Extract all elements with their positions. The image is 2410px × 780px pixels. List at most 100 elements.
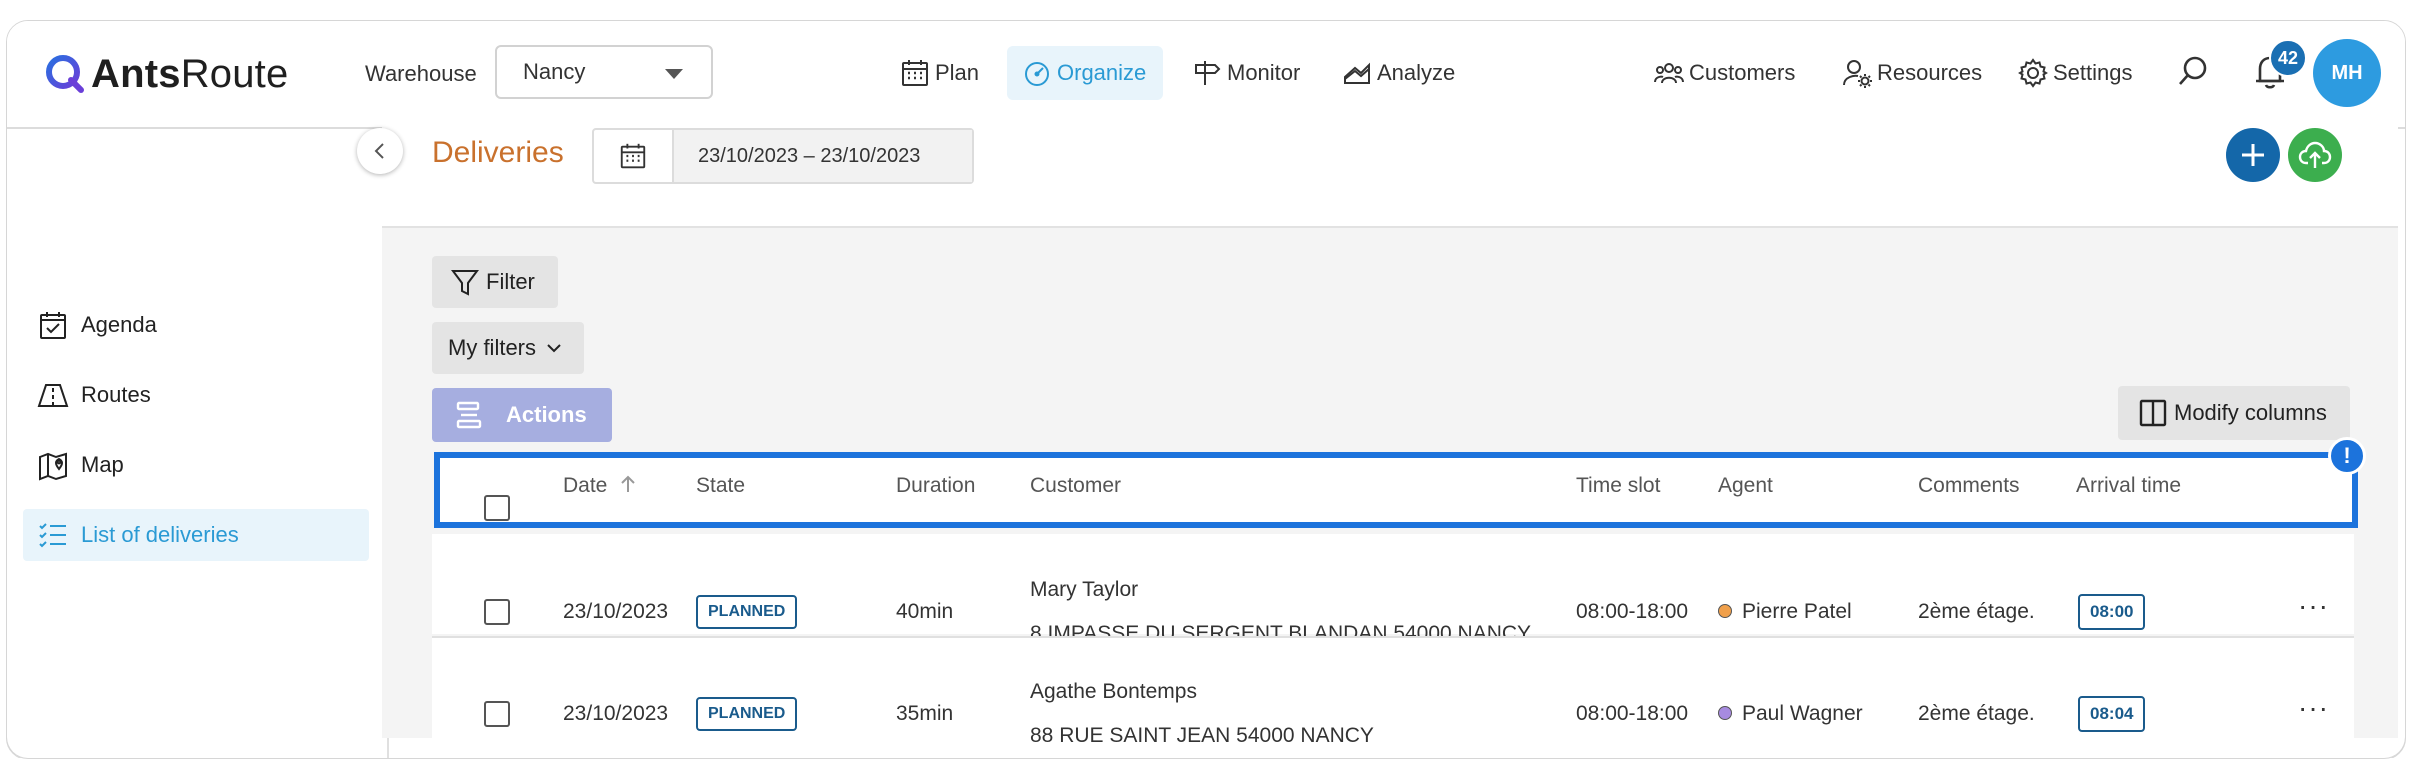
row-customer-address: 88 RUE SAINT JEAN 54000 NANCY [1030, 724, 1374, 747]
columns-icon [2139, 399, 2167, 427]
road-icon [37, 384, 69, 407]
gear-icon [2018, 58, 2048, 88]
sidebar-item-label: List of deliveries [81, 522, 239, 547]
modify-columns-label: Modify columns [2174, 400, 2327, 425]
caret-down-icon [665, 69, 683, 79]
plus-icon [2242, 144, 2264, 166]
nav-monitor[interactable]: Monitor [1191, 46, 1300, 100]
my-filters-label: My filters [448, 335, 536, 360]
sidebar-item-routes[interactable]: Routes [23, 369, 369, 421]
actions-button[interactable]: Actions [432, 388, 612, 442]
actions-button-label: Actions [506, 402, 587, 427]
row-comments: 2ème étage. [1918, 600, 2035, 623]
filter-button[interactable]: Filter [432, 256, 558, 308]
sidebar-item-list-of-deliveries[interactable]: List of deliveries [23, 509, 369, 561]
column-header-agent[interactable]: Agent [1718, 474, 1773, 498]
agent-color-dot [1718, 604, 1732, 618]
funnel-icon [451, 270, 479, 296]
upload-button[interactable] [2288, 128, 2342, 182]
nav-resources-label: Resources [1877, 60, 1983, 85]
row-duration: 35min [896, 702, 954, 725]
row-customer-name[interactable]: Agathe Bontemps [1030, 680, 1197, 704]
antsroute-logo[interactable]: AntsRoute [43, 49, 288, 99]
column-header-comments[interactable]: Comments [1918, 474, 2020, 498]
filter-button-label: Filter [486, 269, 535, 294]
nav-plan-label: Plan [935, 60, 980, 85]
chevron-left-icon [374, 143, 384, 159]
date-range-value: 23/10/2023 – 23/10/2023 [674, 130, 972, 182]
calendar-icon [902, 60, 928, 86]
nav-organize[interactable]: Organize [1007, 46, 1163, 100]
date-range-picker[interactable]: 23/10/2023 – 23/10/2023 [592, 128, 974, 184]
signpost-icon [1195, 61, 1221, 85]
page-title: Deliveries [432, 136, 564, 169]
column-header-arrival-time[interactable]: Arrival time [2076, 474, 2181, 498]
arrival-time-badge: 08:00 [2078, 594, 2146, 630]
column-header-state[interactable]: State [696, 474, 745, 498]
brand-name-light: Route [180, 51, 289, 96]
map-pin-icon [39, 452, 67, 481]
user-gear-icon [1843, 60, 1872, 88]
select-all-checkbox[interactable] [484, 495, 510, 521]
nav-organize-label: Organize [1057, 60, 1147, 85]
calendar-check-icon [40, 312, 66, 339]
row-checkbox[interactable] [484, 599, 510, 625]
arrival-time-badge: 08:04 [2078, 696, 2146, 732]
modify-columns-button[interactable]: Modify columns [2118, 386, 2350, 440]
date-picker-button[interactable] [594, 130, 674, 182]
sidebar-item-label: Map [81, 452, 124, 477]
add-delivery-button[interactable] [2226, 128, 2280, 182]
row-duration: 40min [896, 600, 954, 623]
chevron-down-icon [547, 344, 561, 353]
collapse-sidebar-button[interactable] [357, 128, 403, 174]
gauge-icon [1025, 62, 1049, 86]
list-check-icon [39, 523, 66, 548]
nav-monitor-label: Monitor [1227, 60, 1301, 85]
agent-color-dot [1718, 706, 1732, 720]
column-header-duration[interactable]: Duration [896, 474, 975, 498]
warehouse-select-value: Nancy [523, 59, 586, 84]
actions-icon [456, 401, 482, 429]
warehouse-select[interactable]: Nancy [495, 45, 713, 99]
sidebar-item-label: Agenda [81, 312, 157, 337]
brand-name-bold: Ants [91, 51, 181, 96]
row-time-slot: 08:00-18:00 [1576, 600, 1689, 623]
status-badge: PLANNED [696, 595, 798, 629]
sidebar: Agenda Routes Map List of deliveries [7, 129, 389, 759]
row-comments: 2ème étage. [1918, 702, 2035, 725]
sidebar-item-map[interactable]: Map [23, 439, 369, 491]
notification-count-badge: 42 [2269, 39, 2307, 77]
nav-plan[interactable]: Plan [899, 46, 979, 100]
nav-resources[interactable]: Resources [1841, 46, 1982, 100]
column-header-date[interactable]: Date [563, 474, 637, 498]
more-options-icon[interactable]: ··· [2298, 692, 2329, 724]
row-date: 23/10/2023 [563, 702, 669, 725]
row-date: 23/10/2023 [563, 600, 669, 623]
more-options-icon[interactable]: ··· [2298, 590, 2329, 622]
search-icon[interactable] [2175, 53, 2211, 89]
nav-analyze[interactable]: Analyze [1341, 46, 1455, 100]
row-checkbox[interactable] [484, 701, 510, 727]
sort-up-icon [621, 475, 635, 492]
column-header-customer[interactable]: Customer [1030, 474, 1121, 498]
nav-customers[interactable]: Customers [1653, 46, 1795, 100]
user-avatar[interactable]: MH [2313, 39, 2381, 107]
nav-settings[interactable]: Settings [2017, 46, 2133, 100]
column-header-label: Date [563, 474, 608, 497]
row-customer-name[interactable]: Mary Taylor [1030, 578, 1138, 602]
my-filters-dropdown[interactable]: My filters [432, 322, 584, 374]
users-icon [1654, 63, 1684, 84]
nav-customers-label: Customers [1689, 60, 1796, 85]
alert-indicator: ! [2328, 437, 2366, 475]
cloud-upload-icon [2298, 141, 2332, 168]
frame-bottom-mask [0, 758, 2410, 780]
sidebar-item-agenda[interactable]: Agenda [23, 299, 369, 351]
nav-settings-label: Settings [2053, 60, 2133, 85]
row-time-slot: 08:00-18:00 [1576, 702, 1689, 725]
nav-analyze-label: Analyze [1377, 60, 1456, 85]
column-header-time-slot[interactable]: Time slot [1576, 474, 1660, 498]
row-agent: Pierre Patel [1742, 600, 1852, 623]
sidebar-item-label: Routes [81, 382, 151, 407]
antsroute-logo-icon [46, 55, 84, 93]
calendar-icon [620, 143, 646, 169]
